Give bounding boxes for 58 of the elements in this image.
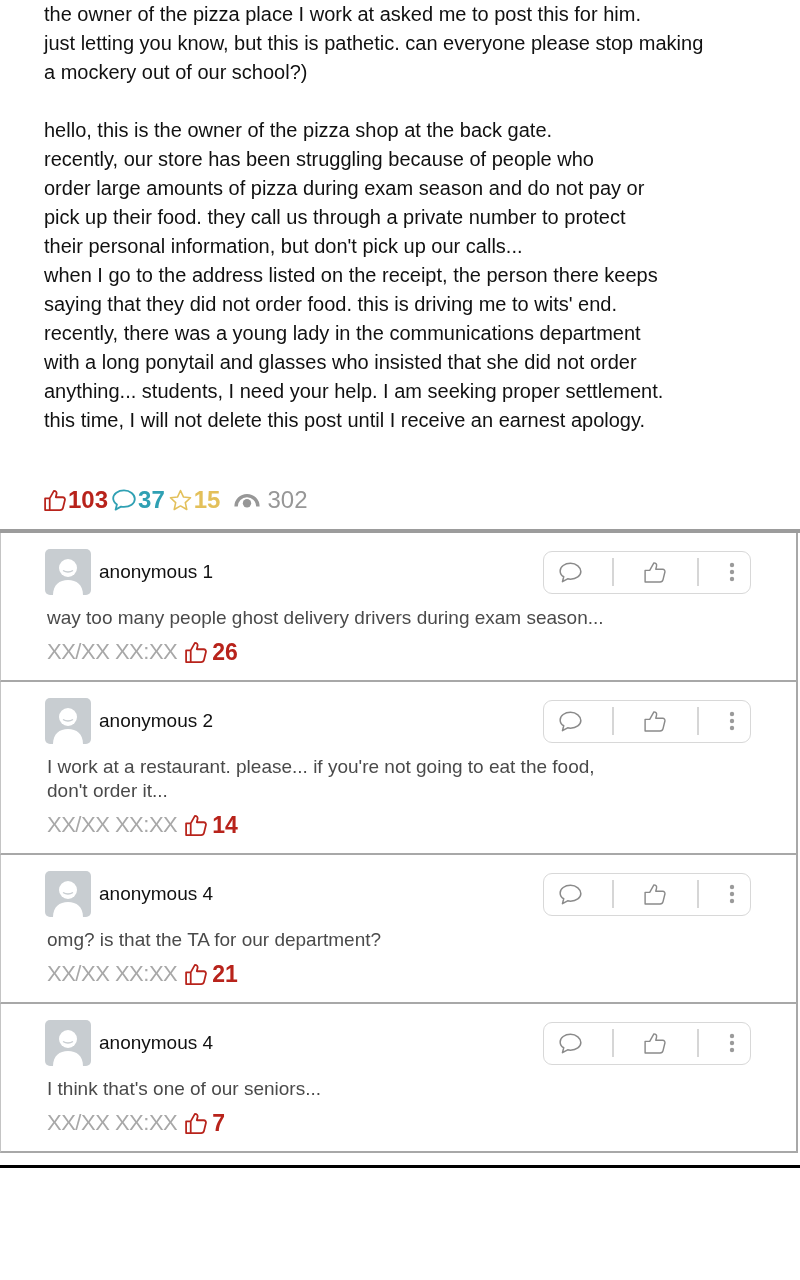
like-count: 14 bbox=[212, 811, 238, 839]
speech-bubble-icon bbox=[559, 561, 583, 583]
thumbs-up-icon bbox=[644, 883, 667, 905]
author-name: anonymous 4 bbox=[99, 883, 214, 905]
reply-button[interactable] bbox=[559, 883, 583, 905]
more-button[interactable] bbox=[728, 1033, 735, 1053]
eye-icon bbox=[234, 492, 261, 508]
view-count: 302 bbox=[267, 486, 308, 514]
reply-button[interactable] bbox=[559, 561, 583, 583]
post-paragraph: the owner of the pizza place I work at asked me to post this for him. just letting you know, but this is pathetic. can everyone please stop making a mockery out of our school?) bbox=[44, 2, 705, 85]
comment-count: 37 bbox=[138, 486, 165, 514]
author-name: anonymous 2 bbox=[99, 710, 214, 732]
comment-text: omg? is that the TA for our department? bbox=[47, 928, 383, 952]
author-name: anonymous 1 bbox=[99, 561, 214, 583]
like-count: 21 bbox=[212, 960, 238, 988]
like-button[interactable] bbox=[644, 561, 667, 583]
comment-time: XX/XX XX:XX bbox=[47, 812, 178, 838]
like-button[interactable] bbox=[644, 1032, 667, 1054]
star-count: 15 bbox=[193, 486, 221, 514]
comment-text: I think that's one of our seniors... bbox=[47, 1077, 322, 1101]
more-icon bbox=[728, 562, 735, 582]
comment-time: XX/XX XX:XX bbox=[47, 1110, 178, 1136]
post-paragraph: hello, this is the owner of the pizza shop at the back gate. recently, our store has been struggling because of people who order large amounts of pizza during exam season and do not pay or pick up their food. they call us through a private number to protect their personal information, but don't pick up our calls... when I go to the address listed on the receipt, the person there keeps saying that they did not order food. this is driving me to wits' end. recently, there was a young lady in the communications department with a long ponytail and glasses who insisted that she did not order anything... students, I need your help. I am seeking proper settlement. this time, I will not delete this post until I receive an earnest apology. bbox=[44, 118, 665, 433]
thumbs-up-icon bbox=[644, 561, 667, 583]
more-button[interactable] bbox=[728, 562, 735, 582]
more-icon bbox=[728, 1033, 735, 1053]
like-count: 103 bbox=[68, 486, 109, 514]
speech-bubble-icon bbox=[559, 1032, 583, 1054]
like-count: 26 bbox=[212, 638, 238, 666]
author-name: anonymous 4 bbox=[99, 1032, 214, 1054]
more-icon bbox=[728, 711, 735, 731]
speech-bubble-icon bbox=[112, 489, 137, 511]
more-button[interactable] bbox=[728, 711, 735, 731]
like-button[interactable] bbox=[644, 883, 667, 905]
thumbs-up-icon bbox=[644, 1032, 667, 1054]
reply-button[interactable] bbox=[559, 710, 583, 732]
more-icon bbox=[728, 884, 735, 904]
comment-time: XX/XX XX:XX bbox=[47, 961, 178, 987]
thumbs-up-icon bbox=[185, 1112, 208, 1134]
thumbs-up-icon bbox=[185, 814, 208, 836]
speech-bubble-icon bbox=[559, 883, 583, 905]
thumbs-up-icon bbox=[44, 489, 66, 511]
thumbs-up-icon bbox=[644, 710, 667, 732]
avatar-icon bbox=[45, 871, 91, 917]
more-button[interactable] bbox=[728, 884, 735, 904]
avatar-icon bbox=[45, 1020, 91, 1066]
avatar-icon bbox=[45, 549, 91, 595]
like-button[interactable] bbox=[644, 710, 667, 732]
thumbs-up-icon bbox=[185, 963, 208, 985]
reply-button[interactable] bbox=[559, 1032, 583, 1054]
comment-time: XX/XX XX:XX bbox=[47, 639, 178, 665]
like-count: 7 bbox=[212, 1109, 226, 1137]
avatar-icon bbox=[45, 698, 91, 744]
star-icon bbox=[168, 488, 192, 512]
speech-bubble-icon bbox=[559, 710, 583, 732]
comment-text: I work at a restaurant. please... if you're not going to eat the food, don't order it... bbox=[47, 755, 596, 803]
thumbs-up-icon bbox=[185, 641, 208, 663]
comment-text: way too many people ghost delivery drivers during exam season... bbox=[47, 606, 605, 630]
